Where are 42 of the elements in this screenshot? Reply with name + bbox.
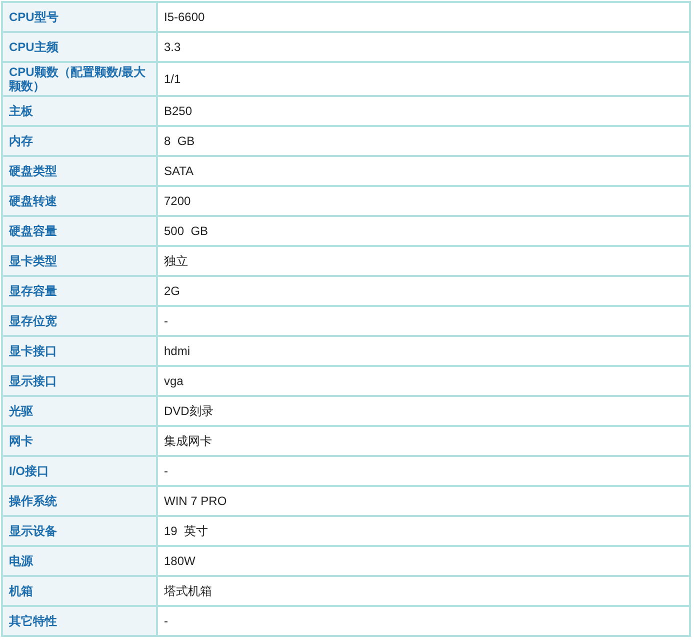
spec-label: 内存 (2, 126, 157, 156)
spec-value: 塔式机箱 (157, 576, 690, 606)
spec-value: 集成网卡 (157, 426, 690, 456)
spec-label: 显存容量 (2, 276, 157, 306)
spec-value: vga (157, 366, 690, 396)
spec-value: hdmi (157, 336, 690, 366)
spec-label: 机箱 (2, 576, 157, 606)
spec-value: 独立 (157, 246, 690, 276)
spec-value: WIN 7 PRO (157, 486, 690, 516)
spec-label: 网卡 (2, 426, 157, 456)
spec-label: CPU颗数（配置颗数/最大颗数） (2, 62, 157, 96)
spec-label: 显示设备 (2, 516, 157, 546)
spec-label: 操作系统 (2, 486, 157, 516)
spec-label: 硬盘转速 (2, 186, 157, 216)
spec-value: SATA (157, 156, 690, 186)
spec-label: 硬盘容量 (2, 216, 157, 246)
spec-value: 3.3 (157, 32, 690, 62)
spec-value: - (157, 306, 690, 336)
spec-label: 显存位宽 (2, 306, 157, 336)
spec-value: 2G (157, 276, 690, 306)
spec-label: 光驱 (2, 396, 157, 426)
spec-label: 电源 (2, 546, 157, 576)
spec-value: B250 (157, 96, 690, 126)
spec-value: 1/1 (157, 62, 690, 96)
spec-value: I5-6600 (157, 2, 690, 32)
spec-label: 显卡接口 (2, 336, 157, 366)
spec-label: 显卡类型 (2, 246, 157, 276)
spec-label: 显示接口 (2, 366, 157, 396)
spec-value: 19 英寸 (157, 516, 690, 546)
spec-label: 主板 (2, 96, 157, 126)
spec-label: 其它特性 (2, 606, 157, 636)
spec-value: DVD刻录 (157, 396, 690, 426)
spec-label: 硬盘类型 (2, 156, 157, 186)
spec-value: - (157, 606, 690, 636)
spec-label: CPU型号 (2, 2, 157, 32)
spec-value: 7200 (157, 186, 690, 216)
spec-label: I/O接口 (2, 456, 157, 486)
spec-label: CPU主频 (2, 32, 157, 62)
spec-value: 8 GB (157, 126, 690, 156)
spec-value: 500 GB (157, 216, 690, 246)
spec-value: 180W (157, 546, 690, 576)
spec-value: - (157, 456, 690, 486)
